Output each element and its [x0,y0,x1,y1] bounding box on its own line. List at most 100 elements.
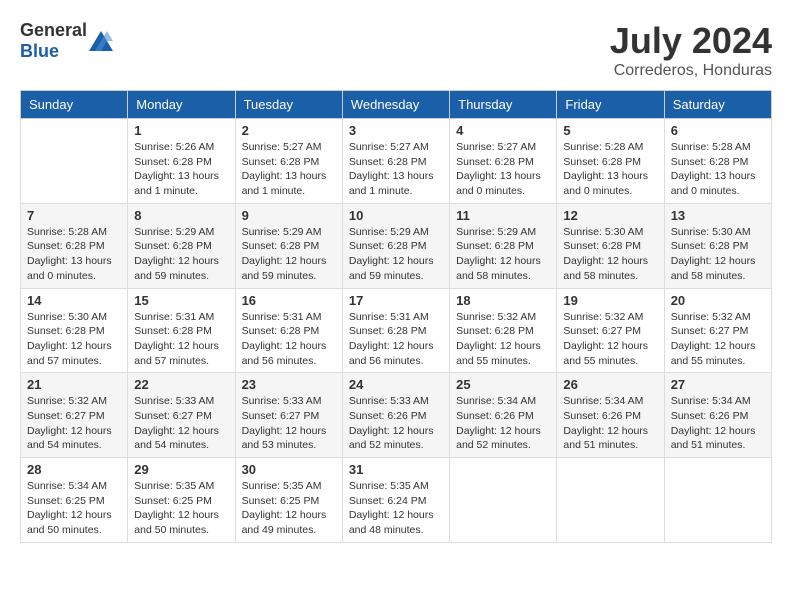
day-number: 21 [27,377,121,392]
day-number: 9 [242,208,336,223]
day-cell: 16 Sunrise: 5:31 AM Sunset: 6:28 PM Dayli… [235,288,342,373]
day-info: Sunrise: 5:29 AM Sunset: 6:28 PM Dayligh… [349,225,443,284]
day-info: Sunrise: 5:33 AM Sunset: 6:26 PM Dayligh… [349,394,443,453]
col-thursday: Thursday [450,91,557,119]
day-info: Sunrise: 5:31 AM Sunset: 6:28 PM Dayligh… [134,310,228,369]
day-info: Sunrise: 5:32 AM Sunset: 6:27 PM Dayligh… [671,310,765,369]
day-cell: 28 Sunrise: 5:34 AM Sunset: 6:25 PM Dayli… [21,458,128,543]
day-number: 10 [349,208,443,223]
day-cell: 17Sunrise: 5:31 AM Sunset: 6:28 PM Dayli… [342,288,449,373]
day-cell: 31 Sunrise: 5:35 AM Sunset: 6:24 PM Dayli… [342,458,449,543]
day-number: 23 [242,377,336,392]
day-info: Sunrise: 5:28 AM Sunset: 6:28 PM Dayligh… [671,140,765,199]
day-info: Sunrise: 5:35 AM Sunset: 6:25 PM Dayligh… [134,479,228,538]
day-cell: 18Sunrise: 5:32 AM Sunset: 6:28 PM Dayli… [450,288,557,373]
day-number: 12 [563,208,657,223]
day-cell: 4 Sunrise: 5:27 AM Sunset: 6:28 PM Daylig… [450,119,557,204]
logo-blue: Blue [20,41,59,61]
day-cell: 2 Sunrise: 5:27 AM Sunset: 6:28 PM Daylig… [235,119,342,204]
calendar-header-row: Sunday Monday Tuesday Wednesday Thursday… [21,91,772,119]
day-cell: 20 Sunrise: 5:32 AM Sunset: 6:27 PM Dayli… [664,288,771,373]
day-info: Sunrise: 5:34 AM Sunset: 6:26 PM Dayligh… [456,394,550,453]
day-number: 29 [134,462,228,477]
day-info: Sunrise: 5:32 AM Sunset: 6:27 PM Dayligh… [563,310,657,369]
day-info: Sunrise: 5:31 AM Sunset: 6:28 PM Dayligh… [242,310,336,369]
location: Correderos, Honduras [610,62,772,80]
day-info: Sunrise: 5:29 AM Sunset: 6:28 PM Dayligh… [456,225,550,284]
day-cell: 24 Sunrise: 5:33 AM Sunset: 6:26 PM Dayli… [342,373,449,458]
day-number: 15 [134,293,228,308]
day-number: 1 [134,123,228,138]
day-number: 4 [456,123,550,138]
day-info: Sunrise: 5:28 AM Sunset: 6:28 PM Dayligh… [27,225,121,284]
col-saturday: Saturday [664,91,771,119]
day-number: 16 [242,293,336,308]
day-info: Sunrise: 5:29 AM Sunset: 6:28 PM Dayligh… [134,225,228,284]
day-cell: 12 Sunrise: 5:30 AM Sunset: 6:28 PM Dayli… [557,203,664,288]
calendar-table: Sunday Monday Tuesday Wednesday Thursday… [20,90,772,543]
day-info: Sunrise: 5:30 AM Sunset: 6:28 PM Dayligh… [27,310,121,369]
day-info: Sunrise: 5:30 AM Sunset: 6:28 PM Dayligh… [671,225,765,284]
day-cell: 23 Sunrise: 5:33 AM Sunset: 6:27 PM Dayli… [235,373,342,458]
logo-icon [89,31,113,51]
logo: General Blue [20,20,113,62]
day-info: Sunrise: 5:35 AM Sunset: 6:24 PM Dayligh… [349,479,443,538]
day-cell: 7 Sunrise: 5:28 AM Sunset: 6:28 PM Daylig… [21,203,128,288]
day-cell: 5Sunrise: 5:28 AM Sunset: 6:28 PM Daylig… [557,119,664,204]
day-number: 30 [242,462,336,477]
day-number: 2 [242,123,336,138]
day-cell: 9 Sunrise: 5:29 AM Sunset: 6:28 PM Daylig… [235,203,342,288]
col-tuesday: Tuesday [235,91,342,119]
day-cell: 29 Sunrise: 5:35 AM Sunset: 6:25 PM Dayli… [128,458,235,543]
day-info: Sunrise: 5:26 AM Sunset: 6:28 PM Dayligh… [134,140,228,199]
day-number: 20 [671,293,765,308]
day-info: Sunrise: 5:35 AM Sunset: 6:25 PM Dayligh… [242,479,336,538]
day-info: Sunrise: 5:33 AM Sunset: 6:27 PM Dayligh… [242,394,336,453]
week-row-3: 14 Sunrise: 5:30 AM Sunset: 6:28 PM Dayli… [21,288,772,373]
day-cell: 3Sunrise: 5:27 AM Sunset: 6:28 PM Daylig… [342,119,449,204]
day-cell [450,458,557,543]
day-number: 25 [456,377,550,392]
day-cell: 22Sunrise: 5:33 AM Sunset: 6:27 PM Dayli… [128,373,235,458]
day-number: 7 [27,208,121,223]
day-info: Sunrise: 5:34 AM Sunset: 6:25 PM Dayligh… [27,479,121,538]
day-number: 13 [671,208,765,223]
day-info: Sunrise: 5:29 AM Sunset: 6:28 PM Dayligh… [242,225,336,284]
day-number: 11 [456,208,550,223]
day-cell: 15 Sunrise: 5:31 AM Sunset: 6:28 PM Dayli… [128,288,235,373]
col-monday: Monday [128,91,235,119]
day-cell: 1 Sunrise: 5:26 AM Sunset: 6:28 PM Daylig… [128,119,235,204]
logo-general: General [20,20,87,40]
month-year: July 2024 [610,20,772,62]
day-cell: 6 Sunrise: 5:28 AM Sunset: 6:28 PM Daylig… [664,119,771,204]
day-number: 6 [671,123,765,138]
day-cell: 25 Sunrise: 5:34 AM Sunset: 6:26 PM Dayli… [450,373,557,458]
day-number: 22 [134,377,228,392]
day-cell: 8 Sunrise: 5:29 AM Sunset: 6:28 PM Daylig… [128,203,235,288]
day-cell: 13 Sunrise: 5:30 AM Sunset: 6:28 PM Dayli… [664,203,771,288]
day-info: Sunrise: 5:27 AM Sunset: 6:28 PM Dayligh… [456,140,550,199]
day-cell: 27Sunrise: 5:34 AM Sunset: 6:26 PM Dayli… [664,373,771,458]
week-row-5: 28 Sunrise: 5:34 AM Sunset: 6:25 PM Dayli… [21,458,772,543]
day-info: Sunrise: 5:30 AM Sunset: 6:28 PM Dayligh… [563,225,657,284]
week-row-1: 1 Sunrise: 5:26 AM Sunset: 6:28 PM Daylig… [21,119,772,204]
col-sunday: Sunday [21,91,128,119]
day-info: Sunrise: 5:27 AM Sunset: 6:28 PM Dayligh… [242,140,336,199]
day-number: 8 [134,208,228,223]
day-info: Sunrise: 5:31 AM Sunset: 6:28 PM Dayligh… [349,310,443,369]
day-number: 14 [27,293,121,308]
day-number: 31 [349,462,443,477]
col-wednesday: Wednesday [342,91,449,119]
day-cell: 19 Sunrise: 5:32 AM Sunset: 6:27 PM Dayli… [557,288,664,373]
day-number: 28 [27,462,121,477]
day-cell: 30 Sunrise: 5:35 AM Sunset: 6:25 PM Dayli… [235,458,342,543]
day-cell: 14 Sunrise: 5:30 AM Sunset: 6:28 PM Dayli… [21,288,128,373]
day-cell [557,458,664,543]
week-row-2: 7 Sunrise: 5:28 AM Sunset: 6:28 PM Daylig… [21,203,772,288]
day-number: 5 [563,123,657,138]
day-cell [664,458,771,543]
week-row-4: 21 Sunrise: 5:32 AM Sunset: 6:27 PM Dayli… [21,373,772,458]
day-info: Sunrise: 5:32 AM Sunset: 6:27 PM Dayligh… [27,394,121,453]
day-number: 24 [349,377,443,392]
day-number: 19 [563,293,657,308]
